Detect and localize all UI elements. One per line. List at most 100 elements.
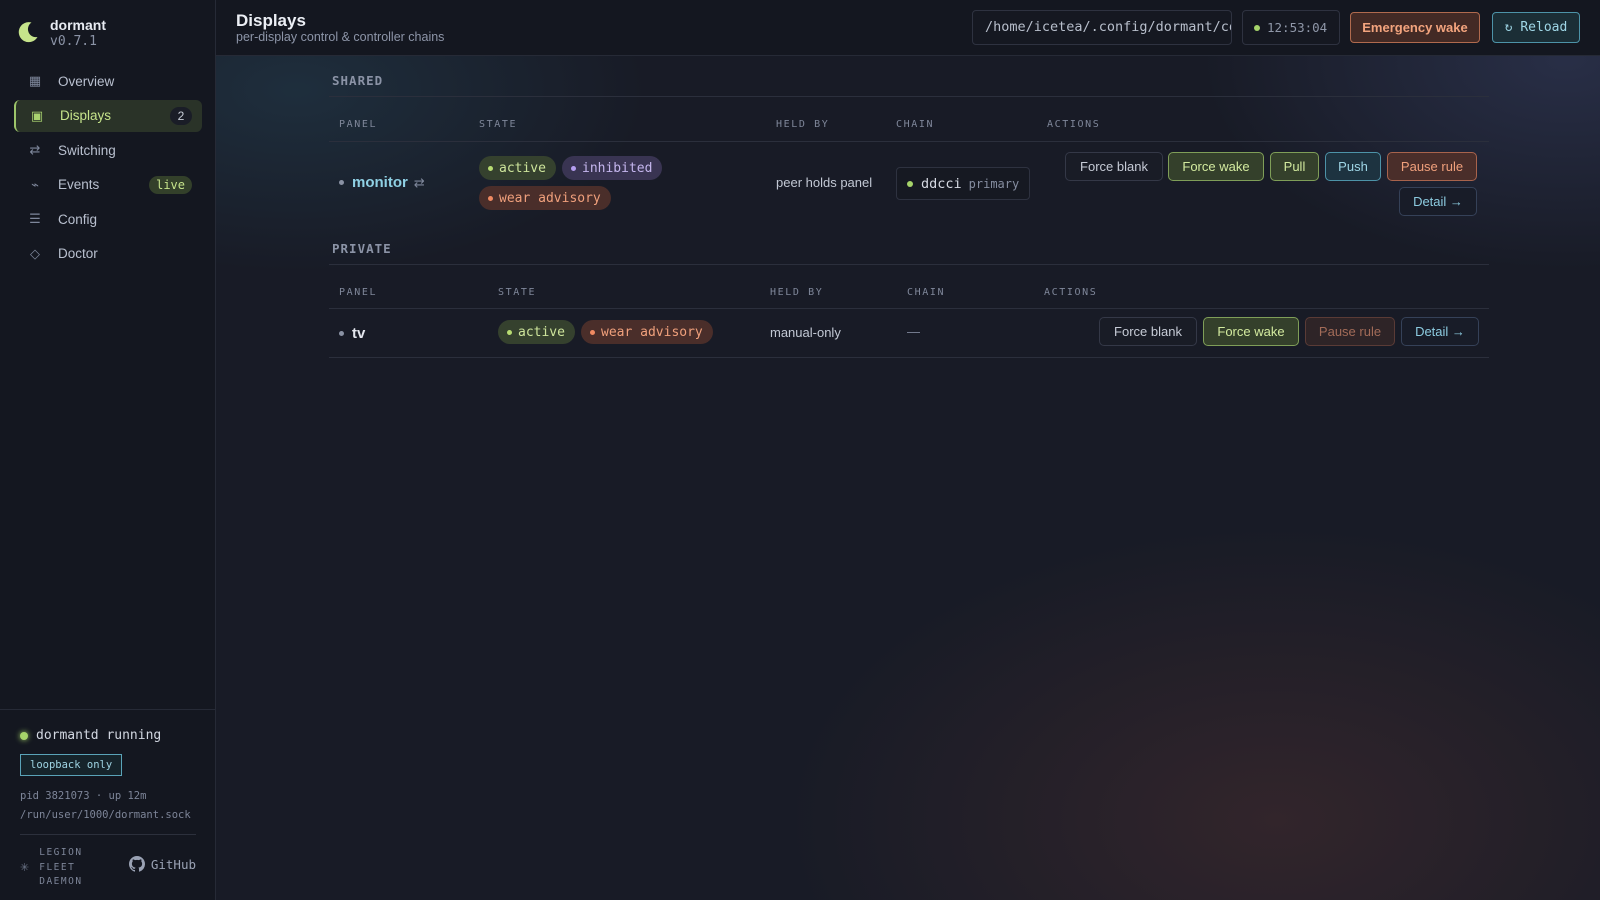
force-blank-button[interactable]: Force blank [1065, 152, 1163, 181]
chain-status-dot-icon [907, 180, 913, 187]
config-path-field[interactable]: /home/icetea/.config/dormant/config.toml [972, 10, 1232, 45]
daemon-status: dormantd running [20, 728, 161, 743]
sidebar-item-overview[interactable]: ▦ Overview [14, 65, 202, 97]
column-header-held-by: HELD BY [776, 119, 830, 130]
pid-uptime: pid 3821073 · up 12m [20, 790, 147, 802]
lines-icon: ☰ [29, 211, 41, 226]
sidebar-item-label: Events [58, 177, 100, 192]
pause-rule-button[interactable]: Pause rule [1387, 152, 1477, 181]
diamond-icon: ◇ [30, 245, 40, 261]
reload-button[interactable]: ↻ Reload [1492, 12, 1580, 43]
brand-version: v0.7.1 [50, 34, 97, 49]
divider [329, 96, 1489, 97]
divider [20, 834, 196, 835]
panel-name: monitor [352, 174, 408, 191]
clock-time: 12:53:04 [1267, 20, 1328, 35]
state-pill-active: active [498, 320, 575, 344]
swap-icon: ⇄ [29, 142, 41, 157]
sidebar-item-doctor[interactable]: ◇ Doctor [14, 238, 202, 270]
grid-icon: ▦ [28, 73, 42, 88]
state-label: wear advisory [499, 190, 601, 206]
state-pill-inhibited: inhibited [562, 156, 663, 180]
sidebar-item-label: Doctor [58, 246, 98, 261]
force-wake-button[interactable]: Force wake [1203, 317, 1299, 346]
github-link[interactable]: GitHub [128, 856, 196, 872]
status-dot-icon [590, 329, 595, 335]
clock-status-dot-icon [1254, 24, 1260, 31]
sidebar-item-switching[interactable]: ⇄ Switching [14, 134, 202, 166]
shared-section: SHARED PANEL STATE HELD BY CHAIN ACTIONS… [329, 56, 1489, 226]
state-pill-wear-advisory: wear advisory [479, 186, 611, 210]
legion-fleet-daemon: ✳ LEGION FLEET DAEMON [20, 846, 83, 890]
divider [329, 357, 1489, 358]
divider [329, 264, 1489, 265]
panel-name: tv [352, 325, 366, 342]
chain-chip[interactable]: ddcci primary [896, 167, 1031, 200]
sparkle-icon: ✳ [20, 862, 30, 875]
state-pill-active: active [479, 156, 556, 180]
sidebar-item-events[interactable]: ⌁ Events live [14, 169, 202, 201]
sidebar-item-label: Overview [58, 73, 115, 89]
brand-name: dormant [50, 17, 106, 33]
column-header-state: STATE [498, 287, 537, 298]
chain-role: primary [968, 176, 1020, 191]
emergency-wake-button[interactable]: Emergency wake [1350, 12, 1480, 43]
detail-button[interactable]: Detail → [1401, 317, 1479, 346]
topbar: Displays per-display control & controlle… [216, 0, 1600, 56]
column-header-held-by: HELD BY [770, 287, 824, 298]
panel-link-monitor[interactable]: monitor ⇄ [339, 174, 425, 191]
state-label: active [518, 324, 565, 340]
sidebar-item-label: Switching [58, 142, 116, 158]
page-subtitle: per-display control & controller chains [236, 30, 445, 44]
live-badge: live [149, 175, 192, 194]
pause-rule-button[interactable]: Pause rule [1305, 317, 1395, 346]
loopback-badge: loopback only [20, 754, 123, 776]
status-dot-icon [507, 329, 512, 335]
held-by-value: manual-only [770, 325, 841, 340]
sidebar-item-displays[interactable]: ▣ Displays 2 [14, 99, 202, 132]
force-blank-button[interactable]: Force blank [1099, 317, 1197, 346]
pulse-icon: ⌁ [31, 176, 39, 192]
swap-icon: ⇄ [413, 174, 425, 190]
sidebar-item-label: Displays [60, 108, 112, 123]
column-header-state: STATE [479, 119, 518, 130]
column-header-chain: CHAIN [896, 119, 935, 130]
sidebar-nav: ▦ Overview ▣ Displays 2 ⇄ Switching ⌁ Ev… [14, 65, 202, 272]
sidebar-footer: dormantd running loopback only pid 38210… [0, 709, 216, 900]
divider [329, 308, 1489, 309]
status-dot-icon [488, 165, 493, 171]
state-label: inhibited [582, 160, 653, 176]
sidebar: dormant v0.7.1 ▦ Overview ▣ Displays 2 ⇄… [0, 0, 216, 900]
chain-empty-value: — [907, 324, 920, 339]
panel-link-tv[interactable]: tv [339, 325, 365, 342]
brand: dormant v0.7.1 [16, 17, 106, 49]
section-title: SHARED [332, 73, 384, 88]
sidebar-item-config[interactable]: ☰ Config [14, 203, 202, 235]
state-label: active [499, 160, 546, 176]
status-dot-icon [20, 731, 28, 740]
page-title: Displays [236, 11, 306, 30]
pull-button[interactable]: Pull [1270, 152, 1319, 181]
divider [329, 141, 1489, 142]
github-label: GitHub [150, 856, 196, 872]
displays-count-badge: 2 [170, 106, 192, 125]
force-wake-button[interactable]: Force wake [1168, 152, 1264, 181]
state-label: wear advisory [601, 324, 703, 340]
legion-line: DAEMON [39, 876, 83, 887]
section-title: PRIVATE [332, 241, 392, 256]
column-header-actions: ACTIONS [1044, 287, 1098, 298]
legion-line: LEGION [39, 847, 83, 858]
moon-logo-icon [18, 22, 38, 43]
push-button[interactable]: Push [1325, 152, 1381, 181]
state-pill-wear-advisory: wear advisory [581, 320, 713, 344]
daemon-status-text: dormantd running [36, 728, 162, 743]
legion-line: FLEET [39, 861, 76, 873]
main-content: Displays per-display control & controlle… [216, 0, 1600, 900]
clock: 12:53:04 [1242, 10, 1340, 45]
held-by-value: peer holds panel [776, 175, 873, 190]
column-header-actions: ACTIONS [1047, 119, 1101, 130]
sidebar-item-label: Config [58, 211, 98, 227]
detail-button[interactable]: Detail → [1399, 187, 1477, 216]
bullet-icon [339, 180, 344, 185]
column-header-panel: PANEL [339, 119, 378, 130]
